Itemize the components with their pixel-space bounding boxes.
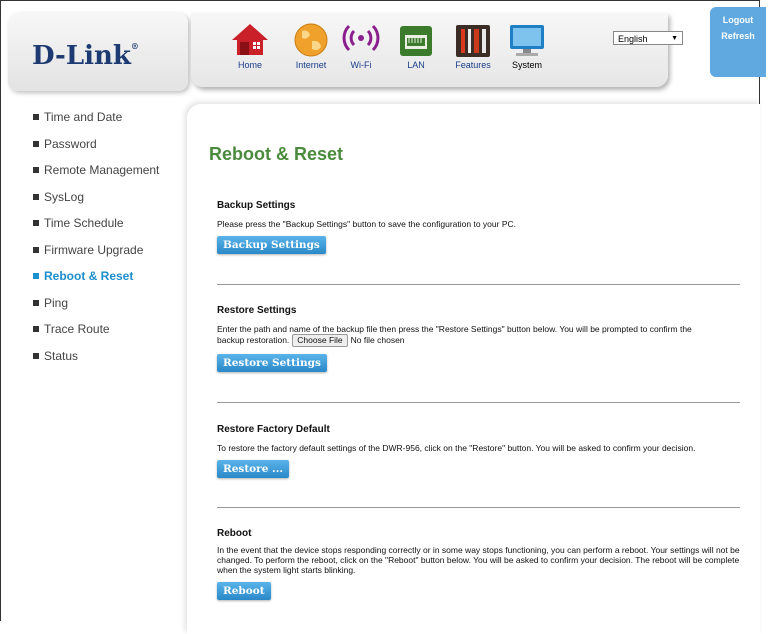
nav-home[interactable]: Home bbox=[228, 21, 272, 81]
nav-lan[interactable]: LAN bbox=[394, 21, 438, 81]
header: D-Link® Home Internet Wi-Fi LAN Features… bbox=[8, 7, 766, 93]
refresh-link[interactable]: Refresh bbox=[710, 31, 766, 41]
nav-wifi[interactable]: Wi-Fi bbox=[339, 21, 383, 81]
wifi-icon bbox=[342, 24, 380, 52]
sidebar-item-status[interactable]: Status bbox=[33, 349, 183, 376]
lan-port-icon bbox=[400, 26, 432, 56]
file-status: No file chosen bbox=[350, 335, 405, 345]
sidebar-item-ping[interactable]: Ping bbox=[33, 296, 183, 323]
reboot-button[interactable]: Reboot bbox=[217, 582, 271, 600]
language-select[interactable]: English ▼ bbox=[613, 31, 683, 45]
divider bbox=[217, 402, 740, 403]
factory-text: To restore the factory default settings … bbox=[217, 443, 696, 453]
divider bbox=[217, 284, 740, 285]
sidebar-item-time-and-date[interactable]: Time and Date bbox=[33, 110, 183, 137]
sidebar-item-time-schedule[interactable]: Time Schedule bbox=[33, 216, 183, 243]
sidebar-item-reboot-reset[interactable]: Reboot & Reset bbox=[33, 269, 183, 296]
backup-text: Please press the "Backup Settings" butto… bbox=[217, 219, 516, 229]
main-nav: Home Internet Wi-Fi LAN Features System bbox=[191, 13, 668, 87]
restore-section: Restore Settings Enter the path and name… bbox=[217, 305, 742, 372]
restore-settings-button[interactable]: Restore Settings bbox=[217, 354, 327, 372]
bullet-icon bbox=[33, 220, 39, 226]
backup-title: Backup Settings bbox=[217, 200, 296, 211]
sidebar-item-password[interactable]: Password bbox=[33, 137, 183, 164]
nav-lan-label: LAN bbox=[407, 60, 425, 70]
bullet-icon bbox=[33, 352, 39, 359]
bullet-icon bbox=[33, 246, 39, 253]
restore-text: Enter the path and name of the backup fi… bbox=[217, 324, 692, 347]
nav-wifi-label: Wi-Fi bbox=[350, 60, 372, 70]
house-icon bbox=[232, 24, 268, 55]
logo-box: D-Link® bbox=[8, 13, 188, 91]
reboot-section: Reboot In the event that the device stop… bbox=[217, 528, 742, 600]
reboot-title: Reboot bbox=[217, 528, 252, 539]
backup-settings-button[interactable]: Backup Settings bbox=[217, 236, 326, 254]
nav-internet-label: Internet bbox=[295, 60, 327, 70]
restore-title: Restore Settings bbox=[217, 305, 297, 316]
nav-internet[interactable]: Internet bbox=[289, 21, 333, 81]
tools-icon bbox=[456, 25, 490, 57]
backup-section: Backup Settings Please press the "Backup… bbox=[217, 200, 742, 254]
bullet-icon bbox=[33, 140, 39, 147]
bullet-icon bbox=[33, 299, 39, 306]
monitor-icon bbox=[510, 25, 544, 56]
divider bbox=[217, 507, 740, 508]
dropdown-arrow-icon: ▼ bbox=[671, 35, 678, 42]
factory-title: Restore Factory Default bbox=[217, 424, 330, 435]
sidebar: Time and Date Password Remote Management… bbox=[33, 110, 183, 375]
choose-file-button[interactable]: Choose File bbox=[292, 334, 348, 347]
factory-section: Restore Factory Default To restore the f… bbox=[217, 424, 742, 478]
language-value: English bbox=[618, 34, 648, 44]
sidebar-item-remote-management[interactable]: Remote Management bbox=[33, 163, 183, 190]
sidebar-item-syslog[interactable]: SysLog bbox=[33, 190, 183, 217]
bullet-icon bbox=[33, 114, 39, 120]
sidebar-item-firmware-upgrade[interactable]: Firmware Upgrade bbox=[33, 243, 183, 270]
auth-panel: Logout Refresh bbox=[710, 7, 766, 77]
dlink-logo: D-Link® bbox=[32, 41, 139, 71]
page-title: Reboot & Reset bbox=[209, 144, 344, 164]
globe-icon bbox=[294, 23, 328, 57]
bullet-icon bbox=[33, 326, 39, 332]
bullet-icon bbox=[33, 193, 39, 200]
bullet-icon bbox=[33, 167, 39, 173]
restore-factory-button[interactable]: Restore ... bbox=[217, 460, 290, 478]
nav-features[interactable]: Features bbox=[451, 21, 495, 81]
reboot-text: In the event that the device stops respo… bbox=[217, 545, 740, 575]
sidebar-item-trace-route[interactable]: Trace Route bbox=[33, 322, 183, 349]
bullet-icon bbox=[33, 273, 39, 279]
nav-system-label: System bbox=[511, 60, 542, 70]
nav-home-label: Home bbox=[237, 60, 262, 70]
nav-system[interactable]: System bbox=[505, 21, 549, 81]
logout-link[interactable]: Logout bbox=[710, 15, 766, 25]
nav-features-label: Features bbox=[455, 60, 491, 70]
